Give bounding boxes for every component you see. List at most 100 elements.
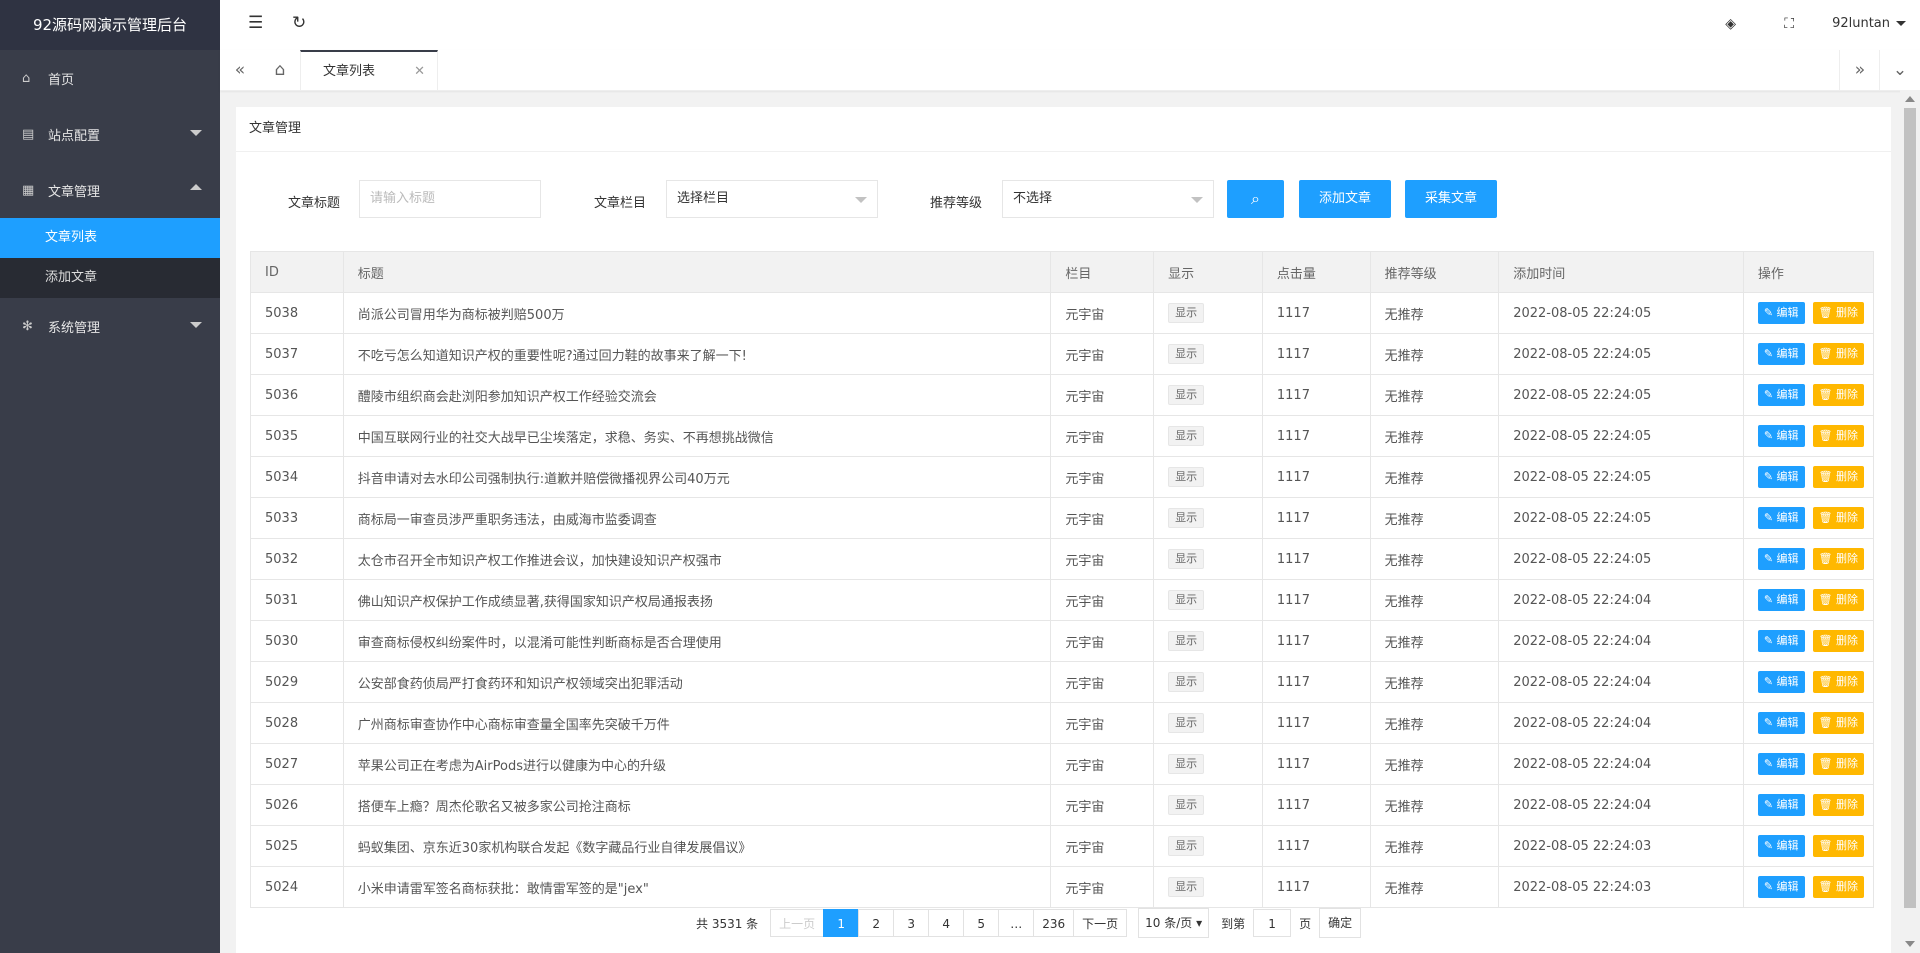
status-badge[interactable]: 显示 (1168, 795, 1205, 815)
sidebar-subitem-add-article[interactable]: 添加文章 (0, 258, 220, 298)
delete-button[interactable]: 🗑 删除 (1812, 835, 1864, 857)
chevron-down-icon[interactable]: ⌄ (1879, 50, 1920, 90)
delete-button[interactable]: 🗑 删除 (1812, 712, 1864, 734)
sidebar-item-site-config[interactable]: ▤ 站点配置 (0, 106, 220, 162)
delete-button[interactable]: 🗑 删除 (1812, 876, 1864, 898)
cell-title: 商标局一审查员涉严重职务违法，由威海市监委调查 (342, 497, 1052, 539)
edit-icon: ✎ (1763, 716, 1774, 729)
table-row: 5035 中国互联网行业的社交大战早已尘埃落定，求稳、务实、不再想挑战微信 元宇宙显… (250, 415, 1875, 457)
edit-button[interactable]: ✎ 编辑 (1757, 425, 1805, 447)
delete-button[interactable]: 🗑 删除 (1812, 384, 1864, 406)
tabs-prev-icon[interactable]: « (220, 50, 260, 90)
delete-button[interactable]: 🗑 删除 (1812, 671, 1864, 693)
chevron-down-icon (1896, 21, 1906, 26)
edit-button[interactable]: ✎ 编辑 (1757, 712, 1805, 734)
cell-column: 元宇宙 (1050, 579, 1155, 621)
delete-button[interactable]: 🗑 删除 (1812, 794, 1864, 816)
tab-article-list[interactable]: 文章列表 ✕ (300, 50, 438, 90)
table-row: 5037 不吃亏怎么知道知识产权的重要性呢?通过回力鞋的故事来了解一下! 元宇宙 显示… (250, 333, 1875, 375)
delete-button[interactable]: 🗑 删除 (1812, 466, 1864, 488)
page-number-button[interactable]: 3 (893, 909, 930, 937)
edit-button[interactable]: ✎ 编辑 (1757, 589, 1805, 611)
delete-button[interactable]: 🗑 删除 (1812, 302, 1864, 324)
close-icon[interactable]: ✕ (414, 52, 425, 92)
fullscreen-icon[interactable]: ⛶ (1784, 16, 1794, 32)
edit-button[interactable]: ✎ 编辑 (1757, 302, 1805, 324)
cell-column: 元宇宙 (1050, 784, 1155, 826)
edit-button[interactable]: ✎ 编辑 (1757, 671, 1805, 693)
delete-button[interactable]: 🗑 删除 (1812, 425, 1864, 447)
delete-button[interactable]: 🗑 删除 (1812, 343, 1864, 365)
status-badge[interactable]: 显示 (1168, 303, 1205, 323)
edit-button[interactable]: ✎ 编辑 (1757, 753, 1805, 775)
page-number-button[interactable]: 4 (928, 909, 965, 937)
cell-actions: ✎ 编辑 🗑 删除 (1742, 743, 1875, 785)
status-badge[interactable]: 显示 (1168, 385, 1205, 405)
app-title: 92源码网演示管理后台 (0, 0, 220, 50)
column-select[interactable]: 选择栏目 (666, 180, 878, 218)
status-badge[interactable]: 显示 (1168, 344, 1205, 364)
cell-show: 显示 (1153, 333, 1263, 375)
goto-page-input[interactable]: 1 (1253, 909, 1292, 937)
user-menu[interactable]: 92luntan (1832, 16, 1906, 31)
per-page-select[interactable]: 10 条/页 ▾ (1138, 908, 1210, 938)
edit-button[interactable]: ✎ 编辑 (1757, 507, 1805, 529)
status-badge[interactable]: 显示 (1168, 836, 1205, 856)
tabs-next-icon[interactable]: » (1839, 50, 1880, 90)
status-badge[interactable]: 显示 (1168, 549, 1205, 569)
page-number-button[interactable]: 236 (1033, 909, 1075, 937)
edit-button[interactable]: ✎ 编辑 (1757, 343, 1805, 365)
delete-button[interactable]: 🗑 删除 (1812, 589, 1864, 611)
edit-button[interactable]: ✎ 编辑 (1757, 548, 1805, 570)
delete-button[interactable]: 🗑 删除 (1812, 507, 1864, 529)
chevron-down-icon (1191, 197, 1203, 203)
scroll-up-icon[interactable] (1905, 96, 1915, 102)
edit-icon: ✎ (1763, 675, 1774, 688)
scroll-thumb[interactable] (1904, 108, 1916, 908)
page-number-button[interactable]: 5 (963, 909, 1000, 937)
status-badge[interactable]: 显示 (1168, 508, 1205, 528)
home-tab-icon[interactable]: ⌂ (260, 50, 300, 90)
status-badge[interactable]: 显示 (1168, 877, 1205, 897)
edit-button[interactable]: ✎ 编辑 (1757, 630, 1805, 652)
add-article-button[interactable]: 添加文章 (1299, 180, 1391, 218)
sidebar-item-article[interactable]: ▦ 文章管理 (0, 162, 220, 218)
goto-confirm-button[interactable]: 确定 (1319, 908, 1362, 938)
table-row: 5028 广州商标审查协作中心商标审查量全国率先突破千万件 元宇宙 显示 1117 无推荐… (250, 702, 1875, 744)
sidebar-item-home[interactable]: ⌂ 首页 (0, 50, 220, 106)
delete-button[interactable]: 🗑 删除 (1812, 753, 1864, 775)
header-column: 栏目 (1050, 251, 1155, 293)
status-badge[interactable]: 显示 (1168, 426, 1205, 446)
cell-column: 元宇宙 (1050, 497, 1155, 539)
delete-button[interactable]: 🗑 删除 (1812, 630, 1864, 652)
sidebar-item-label: 首页 (48, 72, 75, 88)
edit-button[interactable]: ✎ 编辑 (1757, 466, 1805, 488)
level-select[interactable]: 不选择 (1002, 180, 1214, 218)
page-number-button[interactable]: 2 (858, 909, 895, 937)
next-page-button[interactable]: 下一页 (1073, 909, 1128, 937)
page-scrollbar[interactable] (1900, 90, 1920, 953)
sidebar-subitem-article-list[interactable]: 文章列表 (0, 218, 220, 258)
edit-button[interactable]: ✎ 编辑 (1757, 384, 1805, 406)
menu-toggle-icon[interactable]: ☰ (248, 13, 263, 33)
refresh-icon[interactable]: ↻ (292, 13, 306, 33)
search-button[interactable]: ⌕ (1227, 180, 1284, 218)
sidebar-item-system[interactable]: ✻ 系统管理 (0, 298, 220, 354)
theme-icon[interactable]: ◈ (1725, 16, 1736, 32)
edit-button[interactable]: ✎ 编辑 (1757, 835, 1805, 857)
delete-button[interactable]: 🗑 删除 (1812, 548, 1864, 570)
collect-article-button[interactable]: 采集文章 (1405, 180, 1497, 218)
status-badge[interactable]: 显示 (1168, 672, 1205, 692)
prev-page-button[interactable]: 上一页 (770, 909, 825, 937)
status-badge[interactable]: 显示 (1168, 467, 1205, 487)
page-number-button[interactable]: 1 (823, 909, 860, 937)
title-input[interactable]: 请输入标题 (359, 180, 541, 218)
status-badge[interactable]: 显示 (1168, 713, 1205, 733)
scroll-down-icon[interactable] (1905, 941, 1915, 947)
status-badge[interactable]: 显示 (1168, 754, 1205, 774)
status-badge[interactable]: 显示 (1168, 590, 1205, 610)
status-badge[interactable]: 显示 (1168, 631, 1205, 651)
edit-button[interactable]: ✎ 编辑 (1757, 876, 1805, 898)
cell-level: 无推荐 (1369, 743, 1500, 785)
edit-button[interactable]: ✎ 编辑 (1757, 794, 1805, 816)
